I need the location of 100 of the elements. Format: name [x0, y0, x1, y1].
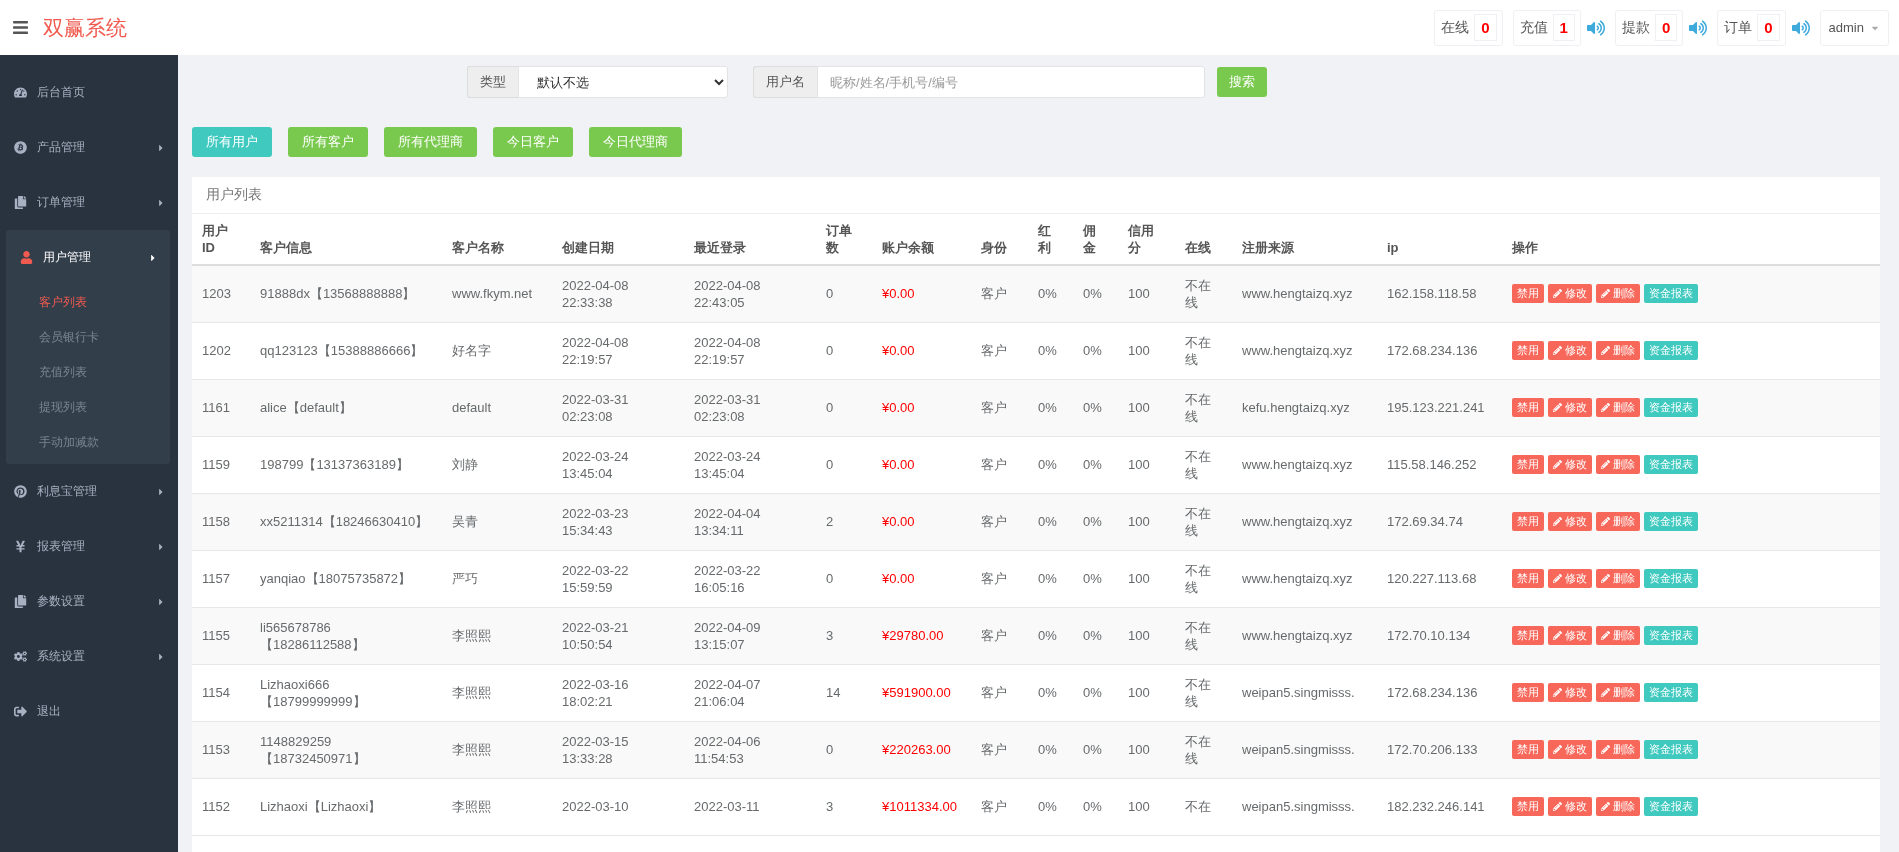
pencil-icon [1601, 517, 1610, 526]
sidebar-item[interactable]: 退出 [0, 684, 178, 739]
action-button[interactable]: 修改 [1548, 341, 1592, 360]
action-button[interactable]: 修改 [1548, 683, 1592, 702]
action-button[interactable]: 修改 [1548, 626, 1592, 645]
speaker-icon[interactable] [1586, 18, 1605, 37]
table-cell: 3 [816, 778, 872, 835]
table-cell: 李照熙 [442, 607, 552, 664]
speaker-icon[interactable] [1791, 18, 1810, 37]
submenu-item[interactable]: 会员银行卡 [6, 320, 170, 355]
action-button[interactable]: 删除 [1596, 455, 1640, 474]
counter-chip[interactable]: 在线 0 [1434, 9, 1503, 46]
table-cell: 172.68.234.136 [1377, 664, 1502, 721]
sidebar-item[interactable]: 利息宝管理 [0, 464, 178, 519]
action-button[interactable]: 禁用 [1512, 512, 1544, 531]
table-cell: 2 [816, 493, 872, 550]
sidebar-item[interactable]: 系统设置 [0, 629, 178, 684]
action-button[interactable]: 删除 [1596, 512, 1640, 531]
action-button[interactable]: 资金报表 [1644, 626, 1698, 645]
filter-tab[interactable]: 今日代理商 [589, 127, 682, 157]
action-button[interactable]: 禁用 [1512, 341, 1544, 360]
submenu-item[interactable]: 手动加减款 [6, 425, 170, 460]
action-button[interactable]: 禁用 [1512, 626, 1544, 645]
documents-icon [14, 595, 27, 608]
action-button[interactable]: 禁用 [1512, 797, 1544, 816]
type-select[interactable]: 默认不选 [518, 66, 728, 98]
table-cell: www.hengtaizq.xyz [1232, 550, 1377, 607]
filter-tab[interactable]: 所有用户 [192, 127, 272, 157]
table-cell: 客户 [971, 721, 1028, 778]
username-field[interactable]: 昵称/姓名/手机号/编号 [817, 66, 1205, 98]
type-label: 类型 [467, 66, 518, 98]
action-button[interactable]: 资金报表 [1644, 341, 1698, 360]
filter-tab[interactable]: 所有客户 [288, 127, 368, 157]
action-button[interactable]: 修改 [1548, 512, 1592, 531]
table-cell: 2022-03-22 16:05:16 [684, 550, 816, 607]
table-cell: li565678786【18286112588】 [250, 607, 442, 664]
sidebar-item[interactable]: 订单管理 [0, 175, 178, 230]
action-button[interactable]: 资金报表 [1644, 398, 1698, 417]
action-button[interactable]: 资金报表 [1644, 569, 1698, 588]
action-button[interactable]: 资金报表 [1644, 683, 1698, 702]
filter-tab[interactable]: 今日客户 [493, 127, 573, 157]
submenu-item[interactable]: 客户列表 [6, 285, 170, 320]
counter-chip[interactable]: 订单 0 [1717, 9, 1786, 46]
action-button[interactable]: 修改 [1548, 569, 1592, 588]
table-cell: 0% [1073, 550, 1118, 607]
action-button[interactable]: 删除 [1596, 341, 1640, 360]
action-button[interactable]: 删除 [1596, 398, 1640, 417]
counter-label: 订单 [1724, 18, 1753, 37]
table-cell: 2022-03-10 [552, 778, 684, 835]
user-menu[interactable]: admin [1819, 9, 1889, 46]
pencil-icon [1601, 631, 1610, 640]
speaker-icon[interactable] [1689, 18, 1708, 37]
action-button[interactable]: 禁用 [1512, 284, 1544, 304]
action-button[interactable]: 删除 [1596, 626, 1640, 645]
menu-icon[interactable] [12, 19, 29, 36]
table-cell: 2022-03-23 15:34:43 [552, 493, 684, 550]
action-button[interactable]: 删除 [1596, 569, 1640, 588]
table-cell: 0 [816, 721, 872, 778]
table-cell: 0 [816, 322, 872, 379]
table-cell: 吴青 [442, 493, 552, 550]
action-button[interactable]: 删除 [1596, 797, 1640, 816]
table-cell: 不在线 [1175, 379, 1232, 436]
counter-chip[interactable]: 提款 0 [1614, 9, 1684, 46]
pencil-icon [1601, 289, 1610, 299]
action-button[interactable]: 禁用 [1512, 398, 1544, 417]
filter-tab[interactable]: 所有代理商 [384, 127, 477, 157]
action-button[interactable]: 修改 [1548, 740, 1592, 759]
sidebar-item[interactable]: 参数设置 [0, 574, 178, 629]
action-button[interactable]: 资金报表 [1644, 512, 1698, 531]
sidebar-item[interactable]: 后台首页 [0, 65, 178, 120]
search-button[interactable]: 搜索 [1217, 67, 1267, 97]
action-button[interactable]: 禁用 [1512, 569, 1544, 588]
action-button[interactable]: 禁用 [1512, 683, 1544, 702]
action-button[interactable]: 资金报表 [1644, 740, 1698, 759]
table-cell: 不在线 [1175, 721, 1232, 778]
action-button[interactable]: 修改 [1548, 398, 1592, 417]
table-cell: 2022-03-15 13:33:28 [552, 721, 684, 778]
table-cell: 不在 [1175, 778, 1232, 835]
action-button[interactable]: 禁用 [1512, 740, 1544, 759]
sidebar-item[interactable]: 产品管理 [0, 120, 178, 175]
table-cell: 2022-03-16 18:02:21 [552, 664, 684, 721]
counter-chip[interactable]: 充值 1 [1512, 9, 1581, 46]
action-button[interactable]: 修改 [1548, 284, 1592, 304]
sidebar-item[interactable]: 用户管理 [6, 230, 170, 285]
table-cell: 2022-04-08 22:19:57 [684, 322, 816, 379]
action-button[interactable]: 修改 [1548, 797, 1592, 816]
action-button[interactable]: 删除 [1596, 683, 1640, 702]
table-cell: www.hengtaizq.xyz [1232, 436, 1377, 493]
action-button[interactable]: 修改 [1548, 455, 1592, 474]
sidebar-item[interactable]: 报表管理 [0, 519, 178, 574]
submenu-item[interactable]: 提现列表 [6, 390, 170, 425]
action-button[interactable]: 资金报表 [1644, 284, 1698, 304]
action-button[interactable]: 资金报表 [1644, 455, 1698, 474]
submenu-item[interactable]: 充值列表 [6, 355, 170, 390]
action-button[interactable]: 删除 [1596, 284, 1640, 304]
table-cell: www.fkym.net [442, 265, 552, 322]
action-button[interactable]: 删除 [1596, 740, 1640, 759]
action-button[interactable]: 禁用 [1512, 455, 1544, 474]
action-button[interactable]: 资金报表 [1644, 797, 1698, 816]
table-cell: 客户 [971, 265, 1028, 322]
